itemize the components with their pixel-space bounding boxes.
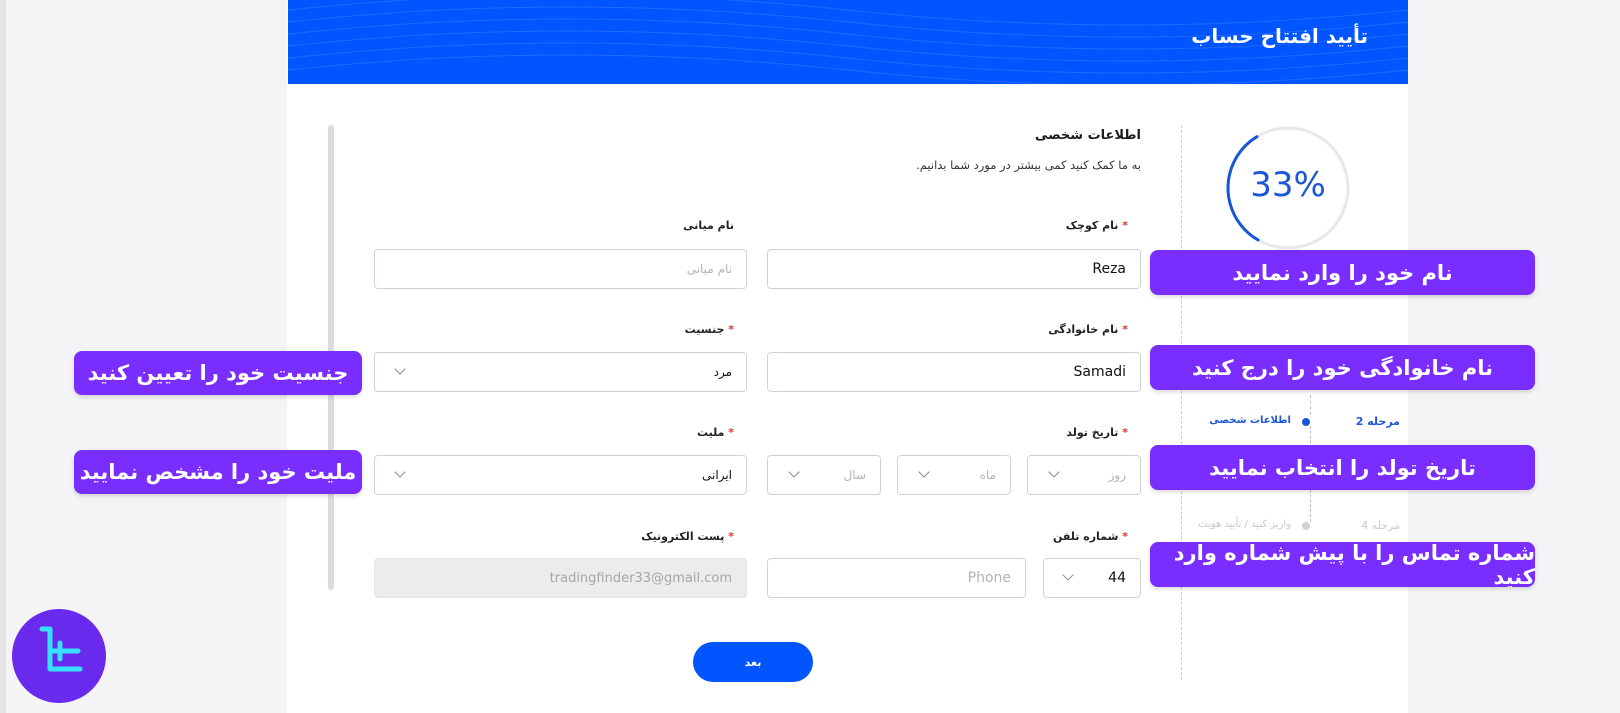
nationality-label: * ملیت	[696, 426, 734, 439]
progress-percent: 33%	[1250, 165, 1326, 205]
chevron-down-icon	[1062, 569, 1074, 581]
callout-birth-date: تاریخ تولد را انتخاب نمایید	[1150, 445, 1535, 490]
last-name-label: * نام خانوادگی	[1048, 323, 1128, 336]
chevron-down-icon	[918, 466, 930, 478]
step-4-dot	[1302, 522, 1310, 530]
phone-label: * شماره تلفن	[1052, 530, 1128, 543]
email-label: * پست الکترونیک	[641, 530, 734, 543]
callout-gender: جنسیت خود را تعیین کنید	[74, 351, 362, 395]
required-mark: *	[1122, 426, 1128, 439]
first-name-input[interactable]: Reza	[767, 249, 1141, 289]
step-2-title: اطلاعات شخصی	[1209, 415, 1291, 426]
birth-year-select[interactable]: سال	[767, 455, 881, 495]
required-mark: *	[728, 530, 734, 543]
phone-code-select[interactable]: 44	[1043, 558, 1141, 598]
chevron-down-icon	[788, 466, 800, 478]
first-name-label: * نام کوچک	[1065, 219, 1128, 232]
required-mark: *	[1122, 530, 1128, 543]
callout-first-name: نام خود را وارد نمایید	[1150, 250, 1535, 295]
gender-label: * جنسیت	[684, 323, 734, 336]
required-mark: *	[1122, 219, 1128, 232]
step-2-number: مرحله 2	[1355, 415, 1400, 428]
nationality-select[interactable]: ایرانی	[374, 455, 747, 495]
column-divider	[1181, 125, 1182, 680]
required-mark: *	[728, 323, 734, 336]
chevron-down-icon	[1048, 466, 1060, 478]
birth-day-select[interactable]: روز	[1027, 455, 1141, 495]
section-title: اطلاعات شخصی	[1034, 128, 1141, 143]
callout-nationality: ملیت خود را مشخص نمایید	[74, 450, 362, 494]
required-mark: *	[728, 426, 734, 439]
step-connector	[1310, 395, 1311, 415]
page-header: تأیید افتتاح حساب	[288, 0, 1408, 84]
gender-select[interactable]: مرد	[374, 352, 747, 392]
email-field: tradingfinder33@gmail.com	[374, 558, 747, 598]
last-name-input[interactable]: Samadi	[767, 352, 1141, 392]
step-4-title: واریز کنید / تأیید هویت	[1198, 519, 1291, 530]
birth-date-label: * تاریخ تولد	[1066, 426, 1128, 439]
phone-input[interactable]: Phone	[767, 558, 1026, 598]
birth-month-select[interactable]: ماه	[897, 455, 1011, 495]
middle-name-label: نام میانی	[683, 219, 734, 232]
step-4-number: مرحله 4	[1361, 519, 1400, 532]
page-title: تأیید افتتاح حساب	[1191, 24, 1368, 48]
middle-name-input[interactable]: نام میانی	[374, 249, 747, 289]
required-mark: *	[1122, 323, 1128, 336]
callout-phone: شماره تماس را با پیش شماره وارد کنید	[1150, 541, 1535, 589]
next-button[interactable]: بعد	[693, 642, 813, 682]
logo-mark-icon	[39, 626, 83, 672]
brand-logo	[12, 609, 106, 703]
chevron-down-icon	[394, 466, 406, 478]
section-subtitle: به ما کمک کنید کمی بیشتر در مورد شما بدا…	[916, 158, 1141, 172]
callout-last-name: نام خانوادگی خود را درج کنید	[1150, 345, 1535, 390]
chevron-down-icon	[394, 363, 406, 375]
step-2-dot	[1302, 418, 1310, 426]
